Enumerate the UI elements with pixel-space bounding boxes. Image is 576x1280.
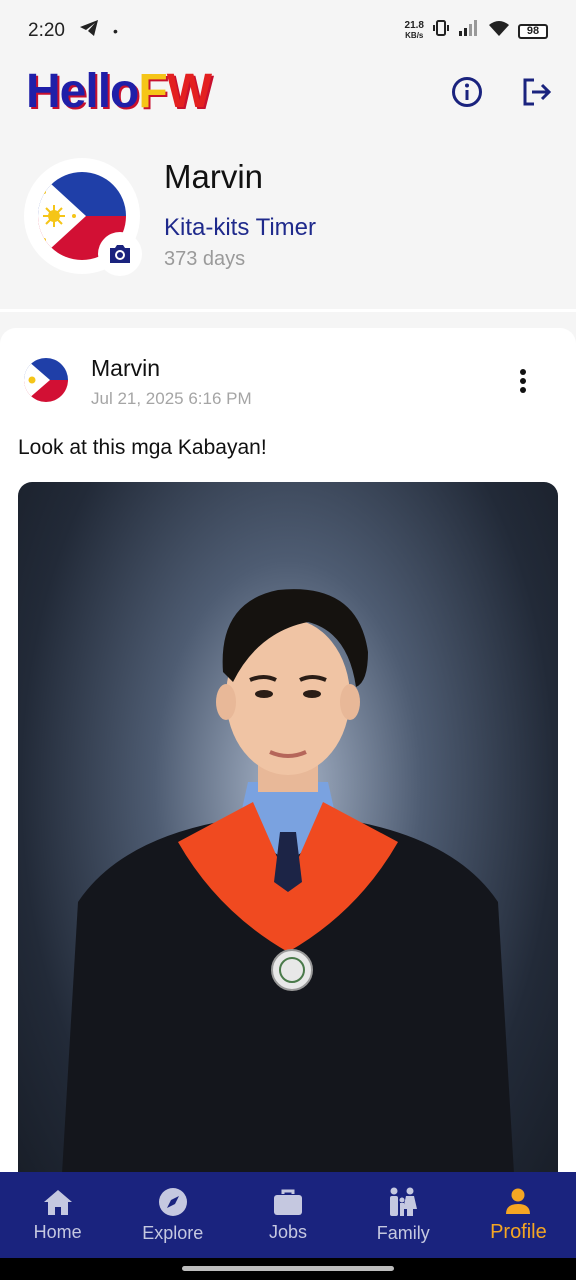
- post-author-name[interactable]: Marvin: [91, 355, 160, 382]
- family-icon: [390, 1187, 418, 1216]
- wifi-icon: [488, 19, 510, 43]
- camera-icon: [110, 245, 130, 263]
- nav-item-profile[interactable]: Profile: [461, 1172, 576, 1258]
- post-photo[interactable]: [18, 482, 558, 1242]
- vibrate-icon: [432, 19, 450, 43]
- change-photo-button[interactable]: [98, 232, 142, 276]
- nav-item-explore[interactable]: Explore: [115, 1172, 230, 1258]
- notification-dot-icon: •: [112, 23, 118, 39]
- network-speed: 21.8 KB/s: [404, 20, 424, 41]
- post-timestamp: Jul 21, 2025 6:16 PM: [91, 389, 252, 408]
- info-button[interactable]: [450, 75, 484, 109]
- home-indicator[interactable]: [182, 1266, 394, 1271]
- timer-days: 373 days: [164, 248, 246, 270]
- nav-item-jobs[interactable]: Jobs: [230, 1172, 345, 1258]
- status-bar: 2:20 • 21.8 KB/s 98: [0, 0, 576, 62]
- telegram-icon: [79, 19, 99, 43]
- briefcase-icon: [274, 1189, 302, 1215]
- logout-icon: [523, 78, 552, 106]
- section-divider: [0, 309, 576, 312]
- app-header: HelloFW: [0, 62, 576, 122]
- info-icon: [452, 77, 482, 107]
- post-author-avatar[interactable]: [20, 354, 72, 406]
- signal-icon: [458, 19, 480, 43]
- more-vertical-icon: [520, 369, 526, 393]
- post-text: Look at this mga Kabayan!: [18, 436, 267, 459]
- person-icon: [506, 1188, 531, 1214]
- status-time: 2:20: [28, 20, 65, 41]
- bottom-navigation: Home Explore Jobs Family Profile: [0, 1172, 576, 1258]
- nav-item-home[interactable]: Home: [0, 1172, 115, 1258]
- profile-section: Marvin Kita-kits Timer 373 days: [0, 150, 576, 310]
- app-logo: HelloFW: [26, 65, 212, 118]
- logout-button[interactable]: [520, 75, 554, 109]
- timer-label[interactable]: Kita-kits Timer: [164, 214, 316, 242]
- post-card: Marvin Jul 21, 2025 6:16 PM Look at this…: [0, 328, 576, 1242]
- nav-item-family[interactable]: Family: [346, 1172, 461, 1258]
- home-icon: [43, 1189, 72, 1215]
- battery-indicator: 98: [518, 23, 548, 39]
- post-options-button[interactable]: [510, 366, 536, 396]
- graduation-portrait-image: [58, 589, 518, 1242]
- profile-name: Marvin: [164, 158, 264, 195]
- profile-avatar[interactable]: [24, 158, 142, 276]
- compass-icon: [158, 1187, 187, 1216]
